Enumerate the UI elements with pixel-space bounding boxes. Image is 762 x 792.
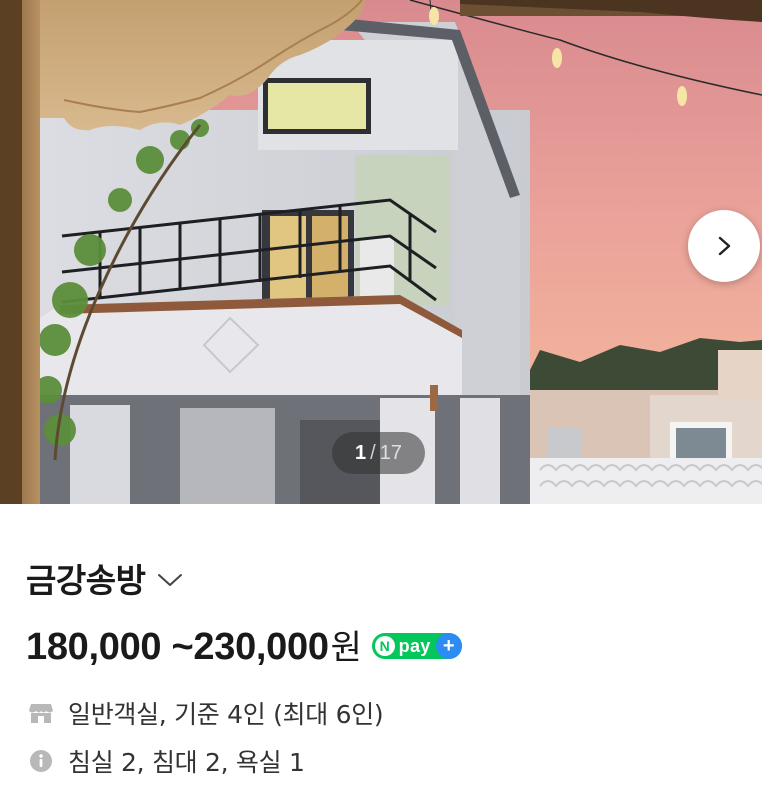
photo-carousel[interactable]: 1 / 17 (0, 0, 762, 504)
npay-plus-icon: + (435, 633, 462, 659)
npay-label: pay (398, 635, 431, 656)
chevron-right-icon (718, 236, 731, 256)
info-icon (28, 748, 54, 774)
listing-info: 금강송방 180,000 ~230,000원 N pay + 일반객실, 기준 … (0, 504, 762, 792)
store-icon (28, 700, 54, 726)
photo-counter-total: 17 (379, 441, 402, 464)
price-range: 180,000 ~230,000원 (26, 620, 362, 669)
price-currency: 원 (330, 627, 362, 668)
room-config-row: 침실 2, 침대 2, 욕실 1 (28, 744, 305, 778)
listing-photo[interactable] (0, 0, 762, 504)
room-config-text: 침실 2, 침대 2, 욕실 1 (68, 748, 305, 777)
photo-counter-separator: / (370, 441, 376, 464)
price-value: 180,000 ~230,000 (26, 625, 329, 668)
next-photo-button[interactable] (688, 210, 760, 282)
room-type-row: 일반객실, 기준 4인 (최대 6인) (28, 696, 384, 730)
listing-title-toggle[interactable]: 금강송방 (26, 556, 183, 600)
photo-counter: 1 / 17 (332, 432, 425, 474)
price-row: 180,000 ~230,000원 N pay + (26, 620, 462, 668)
room-type-text: 일반객실, 기준 4인 (최대 6인) (68, 700, 384, 729)
npay-badge: N pay + (371, 633, 462, 659)
photo-counter-current: 1 (355, 441, 367, 464)
npay-n-icon: N (374, 636, 395, 656)
listing-title: 금강송방 (26, 561, 146, 600)
chevron-down-icon (158, 574, 183, 586)
